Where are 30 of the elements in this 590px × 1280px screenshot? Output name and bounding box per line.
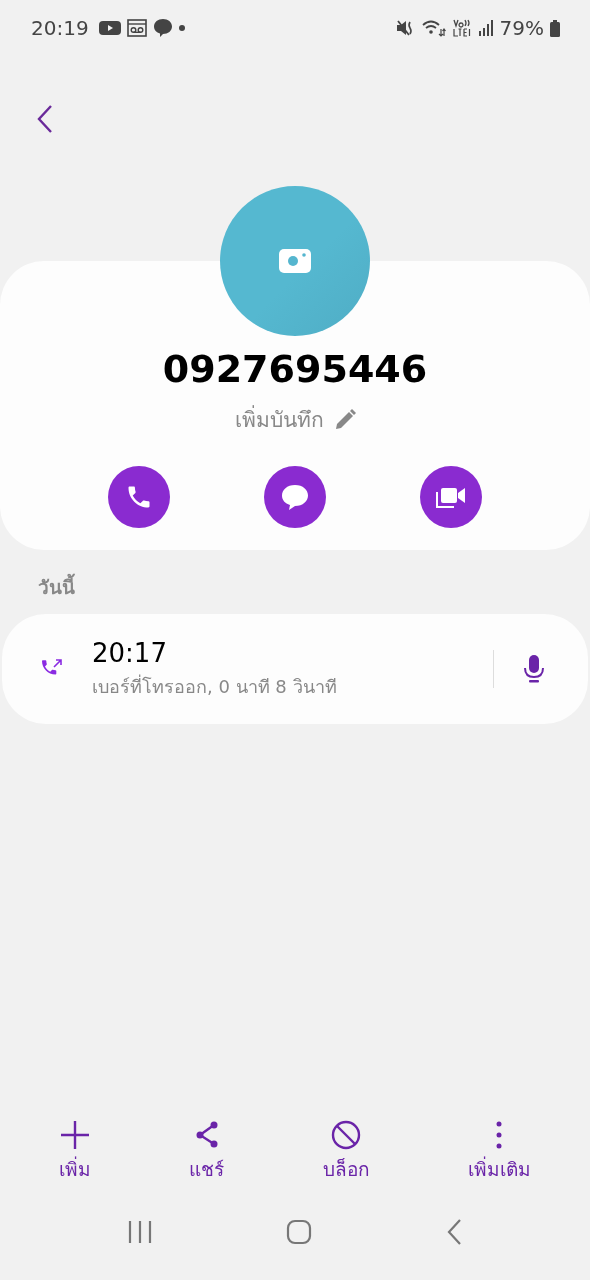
volte-icon (451, 18, 472, 38)
battery-icon (550, 19, 560, 37)
camera-icon (279, 249, 311, 273)
pencil-icon[interactable] (333, 408, 356, 431)
wifi-icon (421, 19, 446, 37)
add-action[interactable]: เพิ่ม (53, 1120, 98, 1184)
phone-number: 0927695446 (162, 347, 428, 391)
section-heading: วันนี้ (38, 572, 590, 602)
plus-icon[interactable] (60, 1120, 91, 1150)
play-icon (98, 20, 121, 36)
dot-icon (178, 25, 185, 31)
voicemail-icon (126, 19, 147, 37)
chat-bubble-icon[interactable] (279, 482, 311, 512)
call-detail: เบอร์ที่โทรออก, 0 นาที 8 วินาที (92, 673, 338, 699)
back-icon[interactable] (36, 104, 54, 134)
home-button[interactable] (286, 1219, 312, 1245)
status-time: 20:19 (31, 16, 89, 40)
recents-button[interactable] (126, 1220, 153, 1244)
call-log-item[interactable]: 20:17 เบอร์ที่โทรออก, 0 นาที 8 วินาที (2, 614, 588, 724)
chat-bubble-icon (152, 18, 173, 38)
back-nav-button[interactable] (445, 1219, 464, 1245)
signal-icon (477, 20, 494, 36)
add-note-link[interactable]: เพิ่มบันทึก (234, 403, 324, 436)
more-action[interactable]: เพิ่มเติม (461, 1120, 537, 1184)
microphone-icon[interactable] (522, 654, 546, 684)
share-action[interactable]: แชร์ (183, 1120, 231, 1184)
call-time: 20:17 (92, 637, 168, 668)
battery-percent: 79% (499, 16, 544, 40)
block-icon[interactable] (331, 1120, 362, 1150)
block-action[interactable]: บล็อก (316, 1120, 376, 1184)
